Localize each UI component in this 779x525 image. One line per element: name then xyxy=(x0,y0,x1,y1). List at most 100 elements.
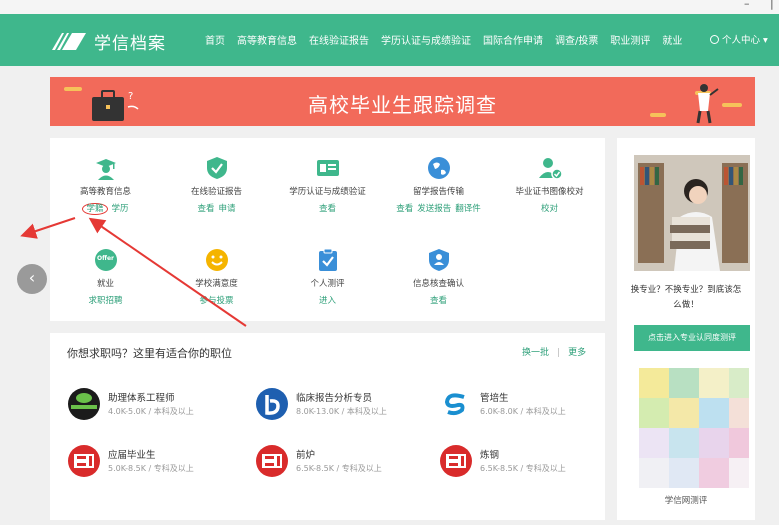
smiley-icon xyxy=(205,248,229,272)
nav-item-online-verification[interactable]: 在线验证报告 xyxy=(309,32,369,47)
job-detail: 6.0K-8.0K / 本科及以上 xyxy=(480,407,566,416)
send-report-link[interactable]: 发送报告 xyxy=(417,204,451,214)
service-links: 进入 xyxy=(272,294,383,306)
service-info-verification: 信息核查确认 查看 xyxy=(383,248,494,306)
job-detail: 5.0K-8.5K / 专科及以上 xyxy=(108,464,194,473)
survey-banner[interactable]: ? 高校毕业生跟踪调查 xyxy=(50,77,755,126)
service-links: 参与投票 xyxy=(161,294,272,306)
logo-text: 学信档案 xyxy=(94,33,166,54)
service-title: 就业 xyxy=(96,279,114,289)
service-certificate-image: 毕业证书图像校对 校对 xyxy=(494,156,605,214)
job-detail: 6.5K-8.5K / 专科及以上 xyxy=(480,464,566,473)
offer-icon: Offer xyxy=(94,248,118,272)
enter-link[interactable]: 进入 xyxy=(319,296,336,306)
nav-item-home[interactable]: 首页 xyxy=(205,32,225,47)
nav-item-employment[interactable]: 就业 xyxy=(662,32,682,47)
service-links: 查看 申请 xyxy=(161,202,272,214)
service-title: 高等教育信息 xyxy=(79,187,131,197)
person-badge-icon xyxy=(427,248,451,272)
minimize-button[interactable]: – xyxy=(744,0,750,10)
job-title: 助理体系工程师 xyxy=(108,393,175,404)
service-title: 信息核查确认 xyxy=(412,279,464,289)
blurred-qr-image xyxy=(639,368,749,488)
service-school-satisfaction: 学校满意度 参与投票 xyxy=(161,248,272,306)
translation-link[interactable]: 翻译件 xyxy=(455,204,481,214)
user-icon xyxy=(710,34,719,44)
service-employment: Offer 就业 求职招聘 xyxy=(50,248,161,306)
company-logo xyxy=(440,388,472,420)
promo-text: 换专业？不换专业？到底该怎么做！ xyxy=(630,285,742,310)
window-titlebar: – | xyxy=(0,0,779,14)
proofread-link[interactable]: 校对 xyxy=(541,204,558,214)
job-recruitment-link[interactable]: 求职招聘 xyxy=(88,296,122,306)
service-links: 学籍 学历 xyxy=(50,202,161,215)
service-education-info: 高等教育信息 学籍 学历 xyxy=(50,156,161,215)
shield-check-icon xyxy=(205,156,229,180)
nav-item-career-test[interactable]: 职业测评 xyxy=(610,32,650,47)
apply-link[interactable]: 申请 xyxy=(219,204,236,214)
nav-menu: 首页 高等教育信息 在线验证报告 学历认证与成绩验证 国际合作申请 调查/投票 … xyxy=(205,32,694,47)
job-item[interactable]: 临床报告分析专员 8.0K-13.0K / 本科及以上 xyxy=(256,388,441,422)
job-detail: 8.0K-13.0K / 本科及以上 xyxy=(296,407,387,416)
service-title: 学校满意度 xyxy=(195,279,238,289)
service-links: 查看 发送报告 翻译件 xyxy=(383,202,494,214)
user-check-icon xyxy=(538,156,563,180)
service-title: 学历认证与成绩验证 xyxy=(289,187,366,197)
refresh-jobs-link[interactable]: 换一批 xyxy=(522,348,549,358)
job-title: 临床报告分析专员 xyxy=(296,393,373,404)
vote-link[interactable]: 参与投票 xyxy=(199,296,233,306)
service-study-abroad-report: 留学报告传输 查看 发送报告 翻译件 xyxy=(383,156,494,214)
sidebar-promo: 换专业？不换专业？到底该怎么做！ 点击进入专业认同度测评 学信网测评 xyxy=(617,138,755,520)
nav-item-higher-education[interactable]: 高等教育信息 xyxy=(237,32,297,47)
job-title: 炼钢 xyxy=(480,450,500,461)
view-link[interactable]: 查看 xyxy=(319,204,336,214)
job-detail: 4.0K-5.0K / 本科及以上 xyxy=(108,407,194,416)
job-title: 管培生 xyxy=(480,393,509,404)
carousel-prev-button[interactable]: ‹ xyxy=(17,264,47,294)
nav-item-international[interactable]: 国际合作申请 xyxy=(483,32,543,47)
service-links: 查看 xyxy=(383,294,494,306)
window-divider: | xyxy=(770,0,774,10)
degree-link[interactable]: 学历 xyxy=(112,204,129,214)
service-title: 个人测评 xyxy=(310,279,345,289)
view-link[interactable]: 查看 xyxy=(430,296,447,306)
job-item[interactable]: 管培生 6.0K-8.0K / 本科及以上 xyxy=(440,388,625,422)
more-jobs-link[interactable]: 更多 xyxy=(568,348,586,358)
view-link[interactable]: 查看 xyxy=(197,204,214,214)
service-title: 毕业证书图像校对 xyxy=(515,187,584,197)
service-title: 留学报告传输 xyxy=(412,187,464,197)
service-title: 在线验证报告 xyxy=(190,187,242,197)
offer-badge-text: Offer xyxy=(97,255,114,262)
job-item[interactable]: 助理体系工程师 4.0K-5.0K / 本科及以上 xyxy=(68,388,253,422)
job-title: 前炉 xyxy=(296,450,316,461)
promo-photo[interactable] xyxy=(634,155,750,271)
globe-icon xyxy=(427,156,451,180)
service-personal-assessment: 个人测评 进入 xyxy=(272,248,383,306)
graduate-icon xyxy=(94,156,118,180)
company-logo xyxy=(68,445,100,477)
major-assessment-button[interactable]: 点击进入专业认同度测评 xyxy=(634,325,750,351)
service-online-verification: 在线验证报告 查看 申请 xyxy=(161,156,272,214)
job-recommendations: 你想求职吗？这里有适合你的职位 换一批 | 更多 助理体系工程师 4.0K-5.0K… xyxy=(50,333,605,520)
company-logo xyxy=(68,388,100,420)
company-logo xyxy=(256,445,288,477)
jobs-actions: 换一批 | 更多 xyxy=(522,348,587,358)
user-center-menu[interactable]: 个人中心 ▾ xyxy=(710,32,768,46)
user-center-label: 个人中心 ▾ xyxy=(722,35,768,46)
nav-item-survey[interactable]: 调查/投票 xyxy=(555,32,598,47)
student-status-link[interactable]: 学籍 xyxy=(82,203,108,215)
nav-item-degree-certification[interactable]: 学历认证与成绩验证 xyxy=(381,32,471,47)
clipboard-check-icon xyxy=(316,248,340,272)
service-grid: 高等教育信息 学籍 学历 在线验证报告 查看 申请 学历认证与成绩验证 查看 留学报… xyxy=(50,138,605,321)
job-item[interactable]: 炼钢 6.5K-8.5K / 专科及以上 xyxy=(440,445,625,479)
service-links: 求职招聘 xyxy=(50,294,161,306)
view-link[interactable]: 查看 xyxy=(396,204,413,214)
top-navigation: 学信档案 首页 高等教育信息 在线验证报告 学历认证与成绩验证 国际合作申请 调… xyxy=(0,14,779,66)
company-logo xyxy=(440,445,472,477)
job-detail: 6.5K-8.5K / 专科及以上 xyxy=(296,464,382,473)
job-item[interactable]: 应届毕业生 5.0K-8.5K / 专科及以上 xyxy=(68,445,253,479)
company-logo xyxy=(256,388,288,420)
job-item[interactable]: 前炉 6.5K-8.5K / 专科及以上 xyxy=(256,445,441,479)
id-card-icon xyxy=(316,156,340,180)
site-logo[interactable]: 学信档案 xyxy=(50,28,166,54)
